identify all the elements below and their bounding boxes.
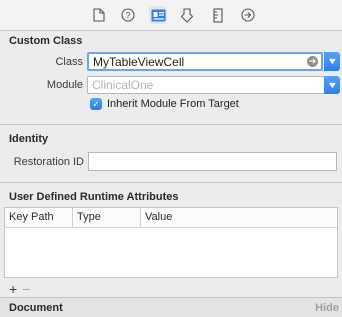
column-key-path[interactable]: Key Path xyxy=(9,211,54,223)
connections-inspector-icon[interactable] xyxy=(239,6,257,24)
hide-document-button[interactable]: Hide xyxy=(315,302,339,314)
add-attribute-button[interactable]: + xyxy=(9,281,17,297)
column-type[interactable]: Type xyxy=(77,211,101,223)
chevron-down-icon: ▼ xyxy=(326,79,338,90)
section-divider xyxy=(0,182,342,183)
class-value: MyTableViewCell xyxy=(93,55,185,69)
identity-title: Identity xyxy=(9,133,49,145)
quick-help-icon[interactable]: ? xyxy=(119,6,137,24)
restoration-id-field[interactable] xyxy=(88,152,337,171)
file-inspector-icon[interactable] xyxy=(90,6,108,24)
document-title: Document xyxy=(9,302,63,314)
inherit-module-label: Inherit Module From Target xyxy=(107,98,239,110)
column-separator xyxy=(72,208,73,228)
module-field[interactable]: ClinicalOne xyxy=(87,76,325,94)
class-field[interactable]: MyTableViewCell ➔ xyxy=(87,52,323,71)
section-divider xyxy=(0,124,342,125)
module-placeholder: ClinicalOne xyxy=(92,78,154,92)
size-inspector-icon[interactable] xyxy=(209,6,227,24)
module-dropdown-button[interactable]: ▼ xyxy=(324,76,340,94)
runtime-attributes-table[interactable]: Key Path Type Value xyxy=(4,207,338,278)
inspector-toolbar: ? xyxy=(0,0,342,31)
class-dropdown-button[interactable]: ▼ xyxy=(324,52,340,71)
attributes-inspector-icon[interactable] xyxy=(178,6,196,24)
chevron-down-icon: ▼ xyxy=(326,56,338,66)
column-value[interactable]: Value xyxy=(145,211,172,223)
custom-class-title: Custom Class xyxy=(9,35,83,47)
go-to-class-icon[interactable]: ➔ xyxy=(307,56,318,67)
remove-attribute-button[interactable]: − xyxy=(22,281,30,297)
column-separator xyxy=(140,208,141,228)
runtime-attributes-title: User Defined Runtime Attributes xyxy=(9,191,179,203)
svg-text:?: ? xyxy=(125,11,130,21)
inherit-module-checkbox[interactable]: ✓ xyxy=(90,98,102,110)
document-section-header: Document Hide xyxy=(0,297,342,317)
identity-inspector-icon[interactable] xyxy=(149,6,167,24)
class-label: Class xyxy=(55,56,83,68)
table-header: Key Path Type Value xyxy=(5,208,337,228)
module-label: Module xyxy=(46,79,83,91)
attribute-controls: + − xyxy=(9,281,30,297)
restoration-id-label: Restoration ID xyxy=(13,156,84,168)
